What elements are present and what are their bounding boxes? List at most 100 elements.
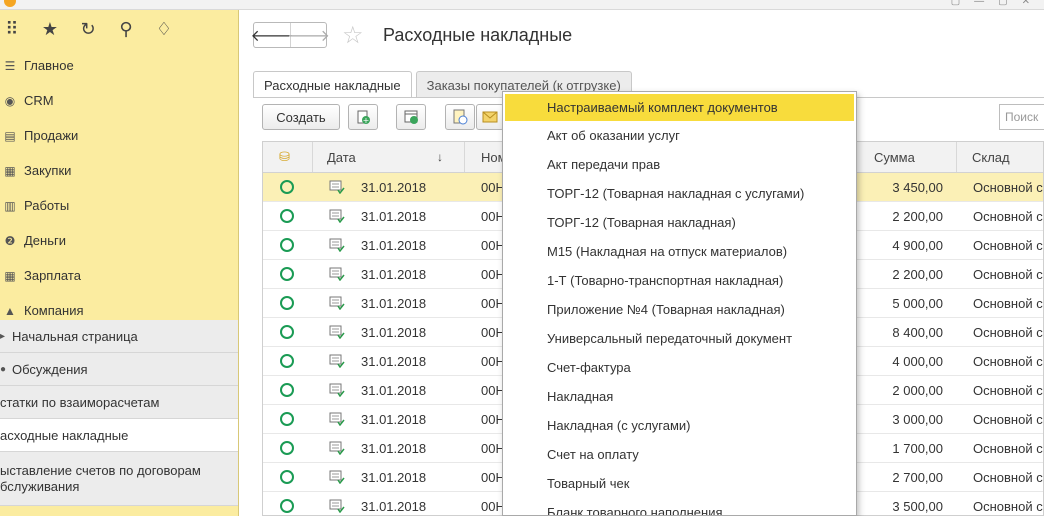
warehouse-column-header[interactable]: Склад	[972, 142, 1010, 172]
section-item[interactable]: ❷ Деньги	[0, 223, 238, 258]
svg-text:+: +	[363, 116, 370, 125]
open-window-label: Начальная страница	[12, 328, 138, 344]
search-icon[interactable]: ⚲	[116, 19, 136, 40]
section-label: Работы	[24, 198, 70, 213]
app-logo-icon	[4, 0, 16, 7]
print-menu-item[interactable]: ТОРГ-12 (Товарная накладная с услугами)	[503, 179, 856, 208]
row-date: 31.01.2018	[361, 295, 427, 311]
posted-status-icon	[280, 296, 294, 310]
print-menu-item[interactable]: Акт об оказании услуг	[503, 121, 856, 150]
window-controls: ▢ — ▢ ✕	[951, 0, 1030, 7]
posted-status-icon	[280, 441, 294, 455]
crm-icon: ◉	[4, 93, 16, 108]
menu-icon[interactable]: ▢	[951, 0, 960, 7]
row-date: 31.01.2018	[361, 266, 427, 282]
section-item[interactable]: ◉ CRM	[0, 83, 238, 118]
print-menu-item[interactable]: Накладная	[503, 382, 856, 411]
row-date: 31.01.2018	[361, 411, 427, 427]
send-email-button[interactable]	[476, 104, 504, 130]
posted-status-icon	[280, 499, 294, 513]
open-window-settlements[interactable]: статки по взаиморасчетам	[0, 386, 238, 419]
works-icon: ▥	[4, 198, 16, 213]
section-label: Компания	[24, 303, 84, 318]
document-posted-icon	[329, 347, 345, 375]
document-posted-icon	[329, 492, 345, 515]
column-separator	[956, 142, 957, 172]
section-item[interactable]: ▦ Зарплата	[0, 258, 238, 293]
row-warehouse: Основной с	[973, 266, 1043, 282]
history-icon[interactable]: ↻	[78, 19, 98, 40]
open-window-discussions[interactable]: ● Обсуждения	[0, 353, 238, 386]
print-menu-item[interactable]: Товарный чек	[503, 469, 856, 498]
print-menu-item[interactable]: Акт передачи прав	[503, 150, 856, 179]
print-menu-item[interactable]: 1-Т (Товарно-транспортная накладная)	[503, 266, 856, 295]
document-posted-icon	[329, 231, 345, 259]
row-date: 31.01.2018	[361, 353, 427, 369]
print-menu-item[interactable]: Накладная (с услугами)	[503, 411, 856, 440]
document-posted-icon	[329, 434, 345, 462]
copy-button[interactable]: +	[348, 104, 378, 130]
open-window-contract-billing[interactable]: ыставление счетов по договорам бслуживан…	[0, 452, 238, 506]
document-posted-icon	[329, 260, 345, 288]
status-column-header[interactable]: ⛁	[279, 142, 290, 172]
favorites-star-icon[interactable]: ★	[40, 19, 60, 40]
add-to-favorites-star-icon[interactable]: ☆	[342, 21, 364, 50]
date-column-header[interactable]: Дата	[327, 142, 356, 172]
print-menu-item[interactable]: Приложение №4 (Товарная накладная)	[503, 295, 856, 324]
row-sum: 1 700,00	[892, 440, 943, 456]
purchases-icon: ▦	[4, 163, 16, 178]
section-label: Продажи	[24, 128, 79, 143]
row-date: 31.01.2018	[361, 237, 427, 253]
create-based-on-button[interactable]	[396, 104, 426, 130]
row-sum: 3 450,00	[892, 179, 943, 195]
section-item[interactable]: ▦ Закупки	[0, 153, 238, 188]
print-menu-item[interactable]: Счет на оплату	[503, 440, 856, 469]
row-warehouse: Основной с	[973, 382, 1043, 398]
section-item[interactable]: ▤ Продажи	[0, 118, 238, 153]
open-window-label: статки по взаиморасчетам	[0, 394, 160, 410]
tab-outgoing-invoices[interactable]: Расходные накладные	[253, 71, 412, 98]
document-posted-icon	[329, 318, 345, 346]
maximize-icon[interactable]: ▢	[998, 0, 1007, 7]
row-date: 31.01.2018	[361, 179, 427, 195]
create-button[interactable]: Создать	[262, 104, 340, 130]
print-menu-item[interactable]: ТОРГ-12 (Товарная накладная)	[503, 208, 856, 237]
posted-status-icon	[280, 325, 294, 339]
posted-status-icon	[280, 470, 294, 484]
section-item[interactable]: ☰ Главное	[0, 48, 238, 83]
posted-status-icon	[280, 354, 294, 368]
back-button[interactable]: 🡐	[251, 23, 294, 47]
section-item[interactable]: ▥ Работы	[0, 188, 238, 223]
print-menu-item[interactable]: Счет-фактура	[503, 353, 856, 382]
minimize-icon[interactable]: —	[974, 0, 984, 7]
section-label: CRM	[24, 93, 54, 108]
notifications-bell-icon[interactable]: ♢	[154, 19, 174, 40]
sum-column-header[interactable]: Сумма	[874, 142, 915, 172]
row-date: 31.01.2018	[361, 382, 427, 398]
print-menu-item[interactable]: Универсальный передаточный документ	[503, 324, 856, 353]
nav-buttons: 🡐 🡒	[251, 22, 330, 48]
open-window-home[interactable]: ▸ Начальная страница	[0, 320, 238, 353]
apps-grid-icon[interactable]: ⠿	[2, 19, 22, 40]
structure-button[interactable]	[445, 104, 475, 130]
posted-status-icon	[280, 180, 294, 194]
column-separator	[312, 142, 313, 172]
coins-icon: ⛁	[279, 149, 290, 164]
print-menu: Настраиваемый комплект документов Акт об …	[502, 91, 857, 516]
close-icon[interactable]: ✕	[1022, 0, 1030, 7]
create-based-on-icon	[404, 110, 418, 124]
search-input[interactable]: Поиск	[999, 104, 1044, 130]
row-date: 31.01.2018	[361, 498, 427, 514]
open-window-label: асходные накладные	[0, 427, 129, 443]
row-warehouse: Основной с	[973, 353, 1043, 369]
document-posted-icon	[329, 405, 345, 433]
discussions-icon: ●	[0, 363, 7, 375]
print-menu-item[interactable]: М15 (Накладная на отпуск материалов)	[503, 237, 856, 266]
open-window-outgoing-invoices[interactable]: асходные накладные	[0, 419, 238, 452]
print-menu-item[interactable]: Бланк товарного наполнения	[503, 498, 856, 515]
row-warehouse: Основной с	[973, 237, 1043, 253]
print-menu-item[interactable]: Настраиваемый комплект документов	[505, 94, 854, 121]
row-date: 31.01.2018	[361, 469, 427, 485]
document-posted-icon	[329, 202, 345, 230]
forward-button[interactable]: 🡒	[287, 23, 330, 47]
